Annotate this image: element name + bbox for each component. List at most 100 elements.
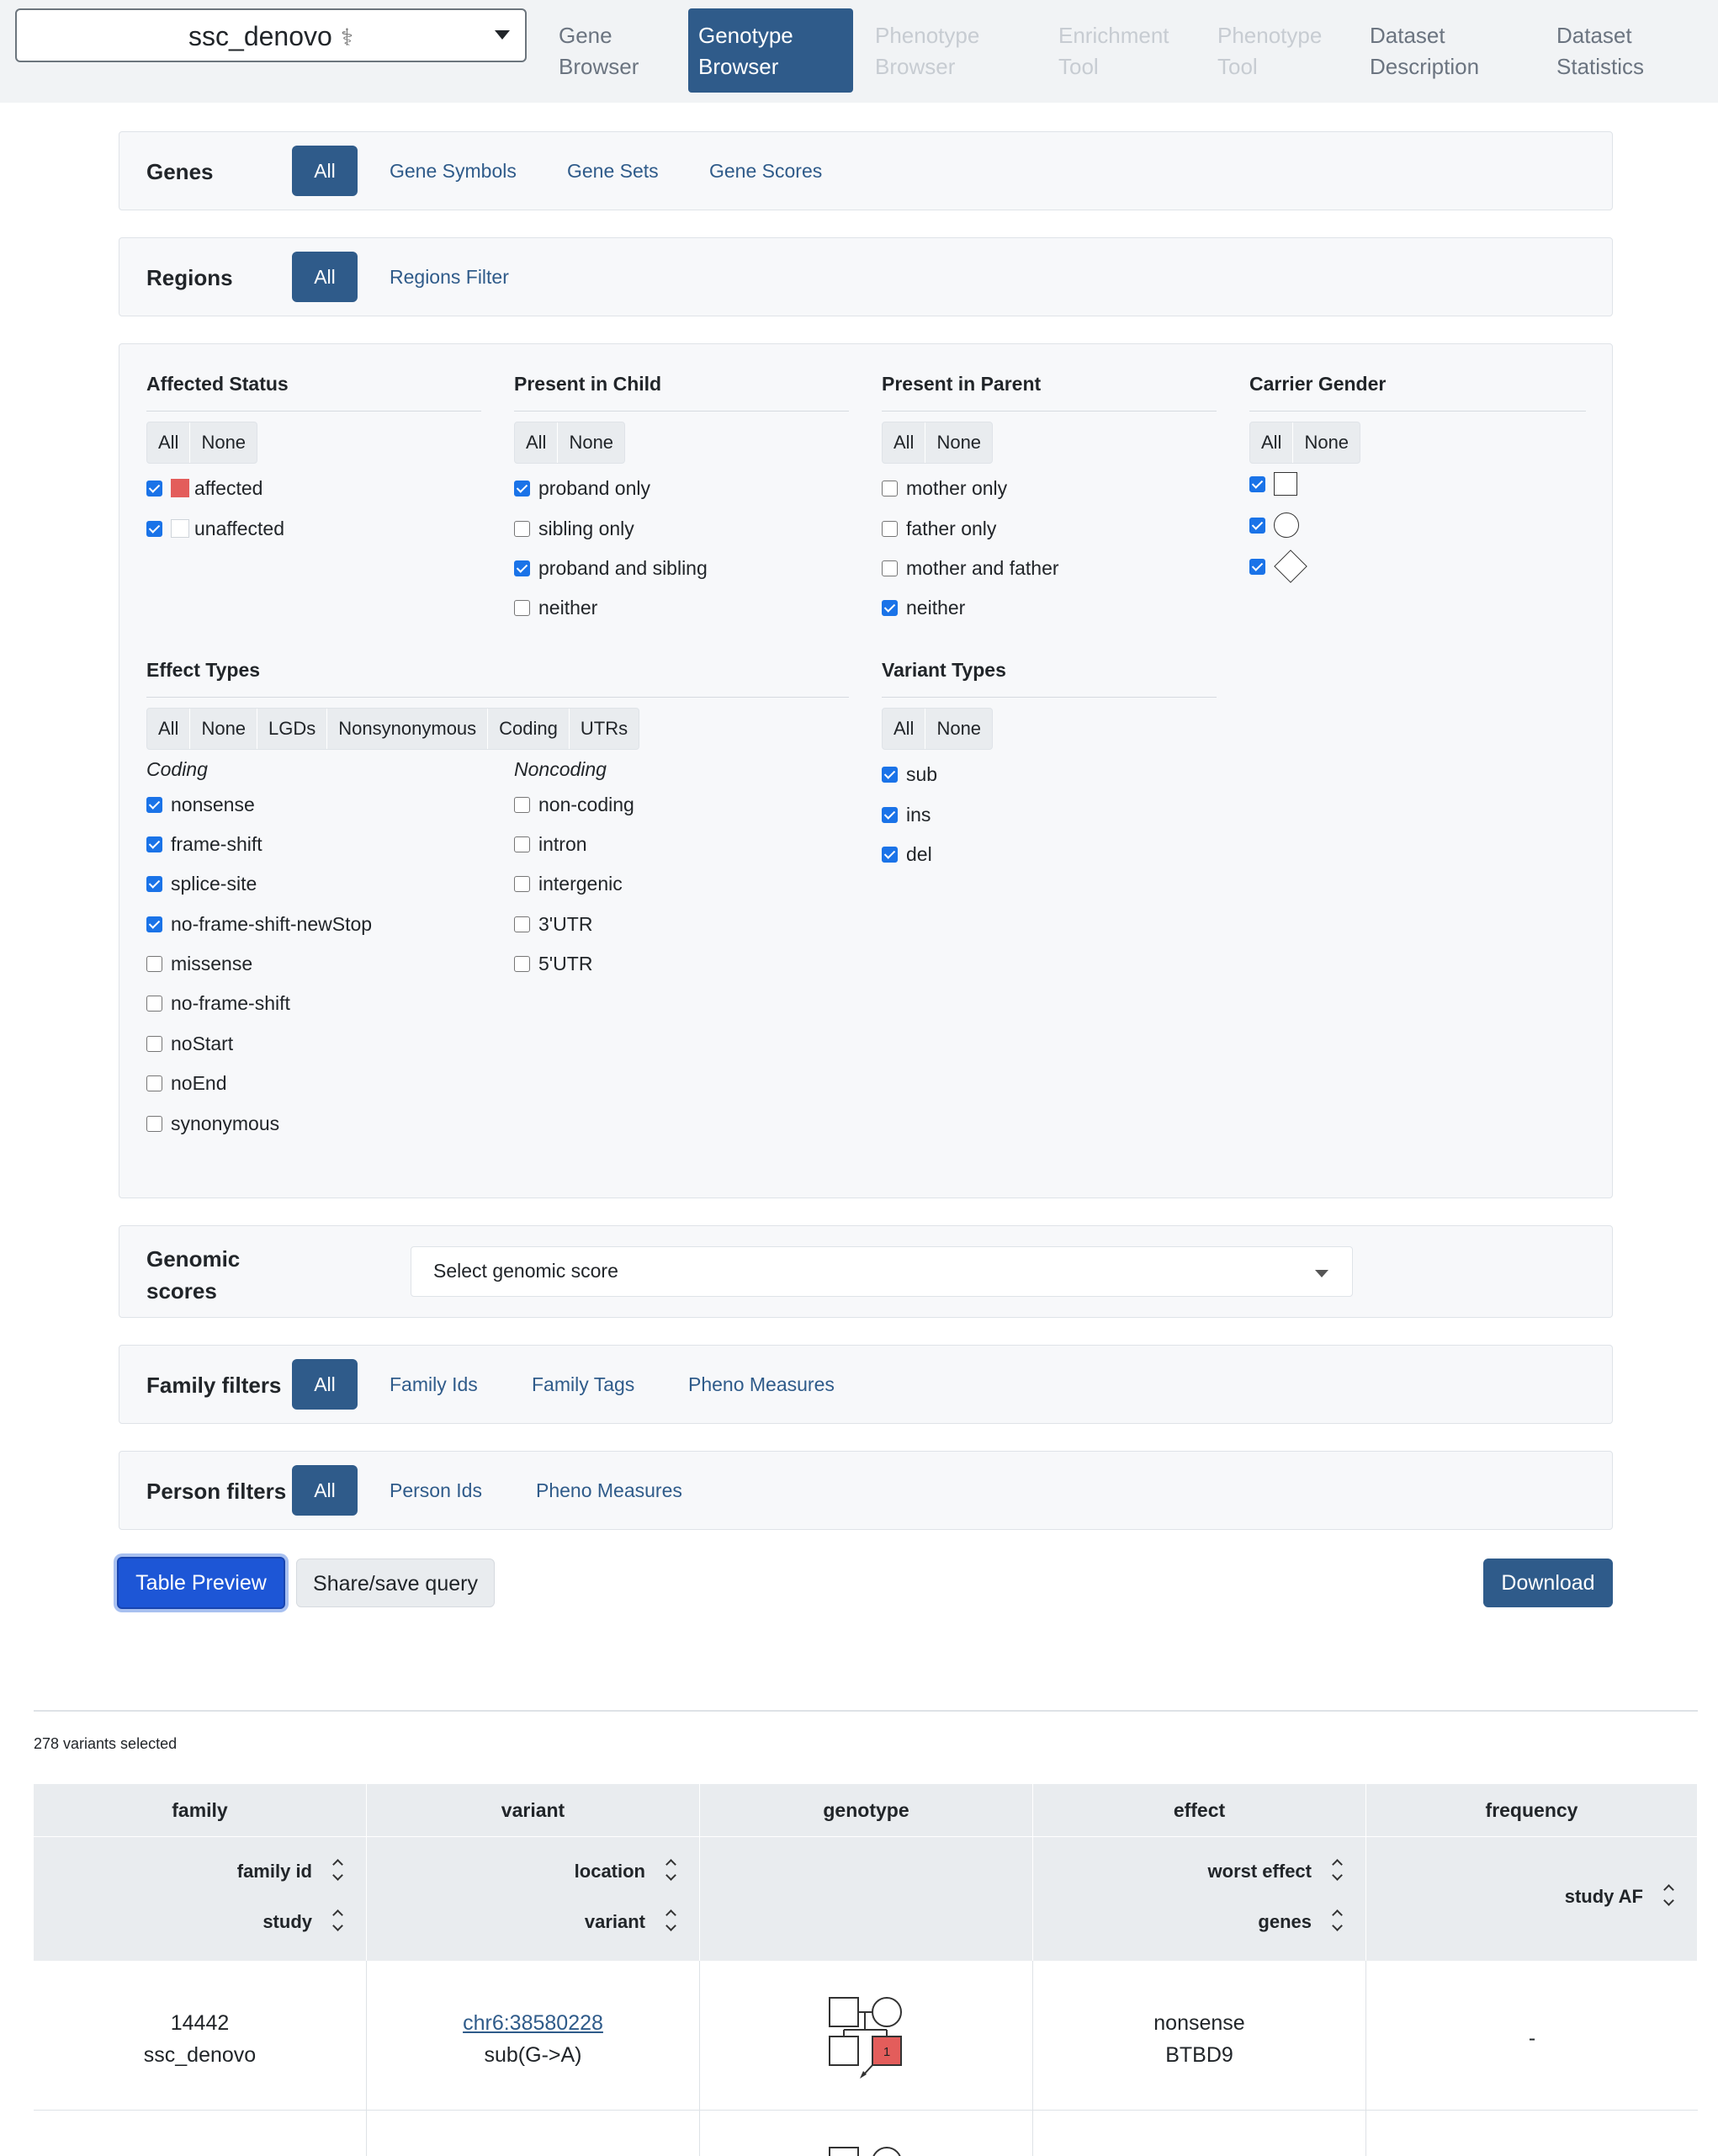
tab-dataset-description[interactable]: Dataset Description [1361,8,1487,93]
parent-option-mother-only[interactable]: mother only [882,475,1007,501]
checkbox[interactable] [146,796,162,813]
sort-study[interactable]: study [262,1911,312,1933]
gender-option-male[interactable] [1249,472,1297,496]
sort-study-af[interactable]: study AF [1565,1886,1643,1908]
parent-option-neither[interactable]: neither [882,595,965,620]
sort-worst-effect[interactable]: worst effect [1208,1861,1312,1883]
regions-tab-regions-filter[interactable]: Regions Filter [388,252,511,302]
effect-option[interactable]: no-frame-shift-newStop [146,911,372,937]
effect-nonsynonymous-button[interactable]: Nonsynonymous [327,709,489,749]
child-option-neither[interactable]: neither [514,595,597,620]
download-button[interactable]: Download [1483,1559,1613,1607]
affected-checkbox[interactable] [146,480,162,497]
effect-option[interactable]: noEnd [146,1070,227,1096]
variant-types-none-button[interactable]: None [925,709,992,749]
checkbox[interactable] [882,480,898,497]
checkbox[interactable] [514,955,530,972]
present-in-parent-none-button[interactable]: None [925,422,992,463]
sort-icon[interactable] [665,1857,677,1883]
checkbox[interactable] [146,1075,162,1091]
carrier-gender-all-button[interactable]: All [1250,422,1294,463]
family-tab-family-tags[interactable]: Family Tags [530,1359,636,1410]
tab-phenotype-tool[interactable]: Phenotype Tool [1209,8,1330,93]
checkbox[interactable] [514,916,530,932]
checkbox[interactable] [882,599,898,616]
effect-option[interactable]: nonsense [146,792,255,817]
checkbox[interactable] [146,916,162,932]
child-option-sibling-only[interactable]: sibling only [514,516,634,541]
tab-phenotype-browser[interactable]: Phenotype Browser [867,8,988,93]
effect-option[interactable]: noStart [146,1031,233,1056]
affected-status-none-button[interactable]: None [190,422,257,463]
present-in-child-all-button[interactable]: All [515,422,559,463]
sort-icon[interactable] [665,1908,677,1933]
person-tab-all[interactable]: All [292,1465,358,1516]
checkbox[interactable] [514,836,530,852]
checkbox[interactable] [882,846,898,863]
unaffected-checkbox[interactable] [146,520,162,537]
effect-option[interactable]: intron [514,831,587,857]
sort-icon[interactable] [1332,1908,1344,1933]
genes-tab-gene-symbols[interactable]: Gene Symbols [388,146,518,196]
sort-family-id[interactable]: family id [237,1861,312,1883]
checkbox[interactable] [514,560,530,576]
effect-none-button[interactable]: None [190,709,258,749]
sort-icon[interactable] [332,1908,344,1933]
variant-type-option[interactable]: sub [882,762,937,787]
checkbox[interactable] [1249,475,1265,492]
effect-option[interactable]: no-frame-shift [146,990,290,1016]
pedigree-icon[interactable]: 1 [826,1994,910,2079]
variant-type-option[interactable]: del [882,842,932,867]
checkbox[interactable] [882,766,898,783]
effect-option[interactable]: missense [146,951,252,976]
effect-option[interactable]: 5'UTR [514,951,592,976]
parent-option-mother-and-father[interactable]: mother and father [882,555,1059,581]
parent-option-father-only[interactable]: father only [882,516,996,541]
effect-all-button[interactable]: All [147,709,191,749]
dataset-selector[interactable]: ssc_denovo ⚕ [15,8,527,62]
effect-option[interactable]: 3'UTR [514,911,592,937]
checkbox[interactable] [514,796,530,813]
effect-option[interactable]: non-coding [514,792,634,817]
effect-coding-button[interactable]: Coding [488,709,570,749]
tab-genotype-browser[interactable]: Genotype Browser [688,8,853,93]
checkbox[interactable] [146,955,162,972]
affected-option[interactable]: affected [146,475,262,501]
sort-variant[interactable]: variant [585,1911,645,1933]
checkbox[interactable] [514,520,530,537]
genes-tab-gene-sets[interactable]: Gene Sets [565,146,660,196]
checkbox[interactable] [514,599,530,616]
family-tab-pheno-measures[interactable]: Pheno Measures [687,1359,836,1410]
genes-tab-gene-scores[interactable]: Gene Scores [708,146,824,196]
effect-lgds-button[interactable]: LGDs [257,709,328,749]
effect-option[interactable]: frame-shift [146,831,262,857]
present-in-parent-all-button[interactable]: All [883,422,926,463]
checkbox[interactable] [146,875,162,892]
effect-option[interactable]: splice-site [146,871,257,896]
checkbox[interactable] [514,480,530,497]
checkbox[interactable] [514,875,530,892]
checkbox[interactable] [882,520,898,537]
genes-tab-all[interactable]: All [292,146,358,196]
sort-genes[interactable]: genes [1258,1911,1312,1933]
family-tab-all[interactable]: All [292,1359,358,1410]
checkbox[interactable] [1249,517,1265,534]
gender-option-female[interactable] [1249,512,1299,538]
checkbox[interactable] [146,1115,162,1132]
sort-icon[interactable] [1332,1857,1344,1883]
checkbox[interactable] [1249,558,1265,575]
tab-gene-browser[interactable]: Gene Browser [550,8,647,93]
person-tab-person-ids[interactable]: Person Ids [388,1465,484,1516]
sort-icon[interactable] [332,1857,344,1883]
gender-option-unspecified[interactable] [1249,550,1307,583]
sort-location[interactable]: location [575,1861,645,1883]
sort-icon[interactable] [1663,1883,1675,1908]
pedigree-icon[interactable] [826,2144,910,2156]
effect-option[interactable]: intergenic [514,871,623,896]
child-option-proband-and-sibling[interactable]: proband and sibling [514,555,708,581]
table-preview-button[interactable]: Table Preview [117,1557,285,1609]
present-in-child-none-button[interactable]: None [558,422,624,463]
checkbox[interactable] [882,806,898,823]
checkbox[interactable] [882,560,898,576]
regions-tab-all[interactable]: All [292,252,358,302]
